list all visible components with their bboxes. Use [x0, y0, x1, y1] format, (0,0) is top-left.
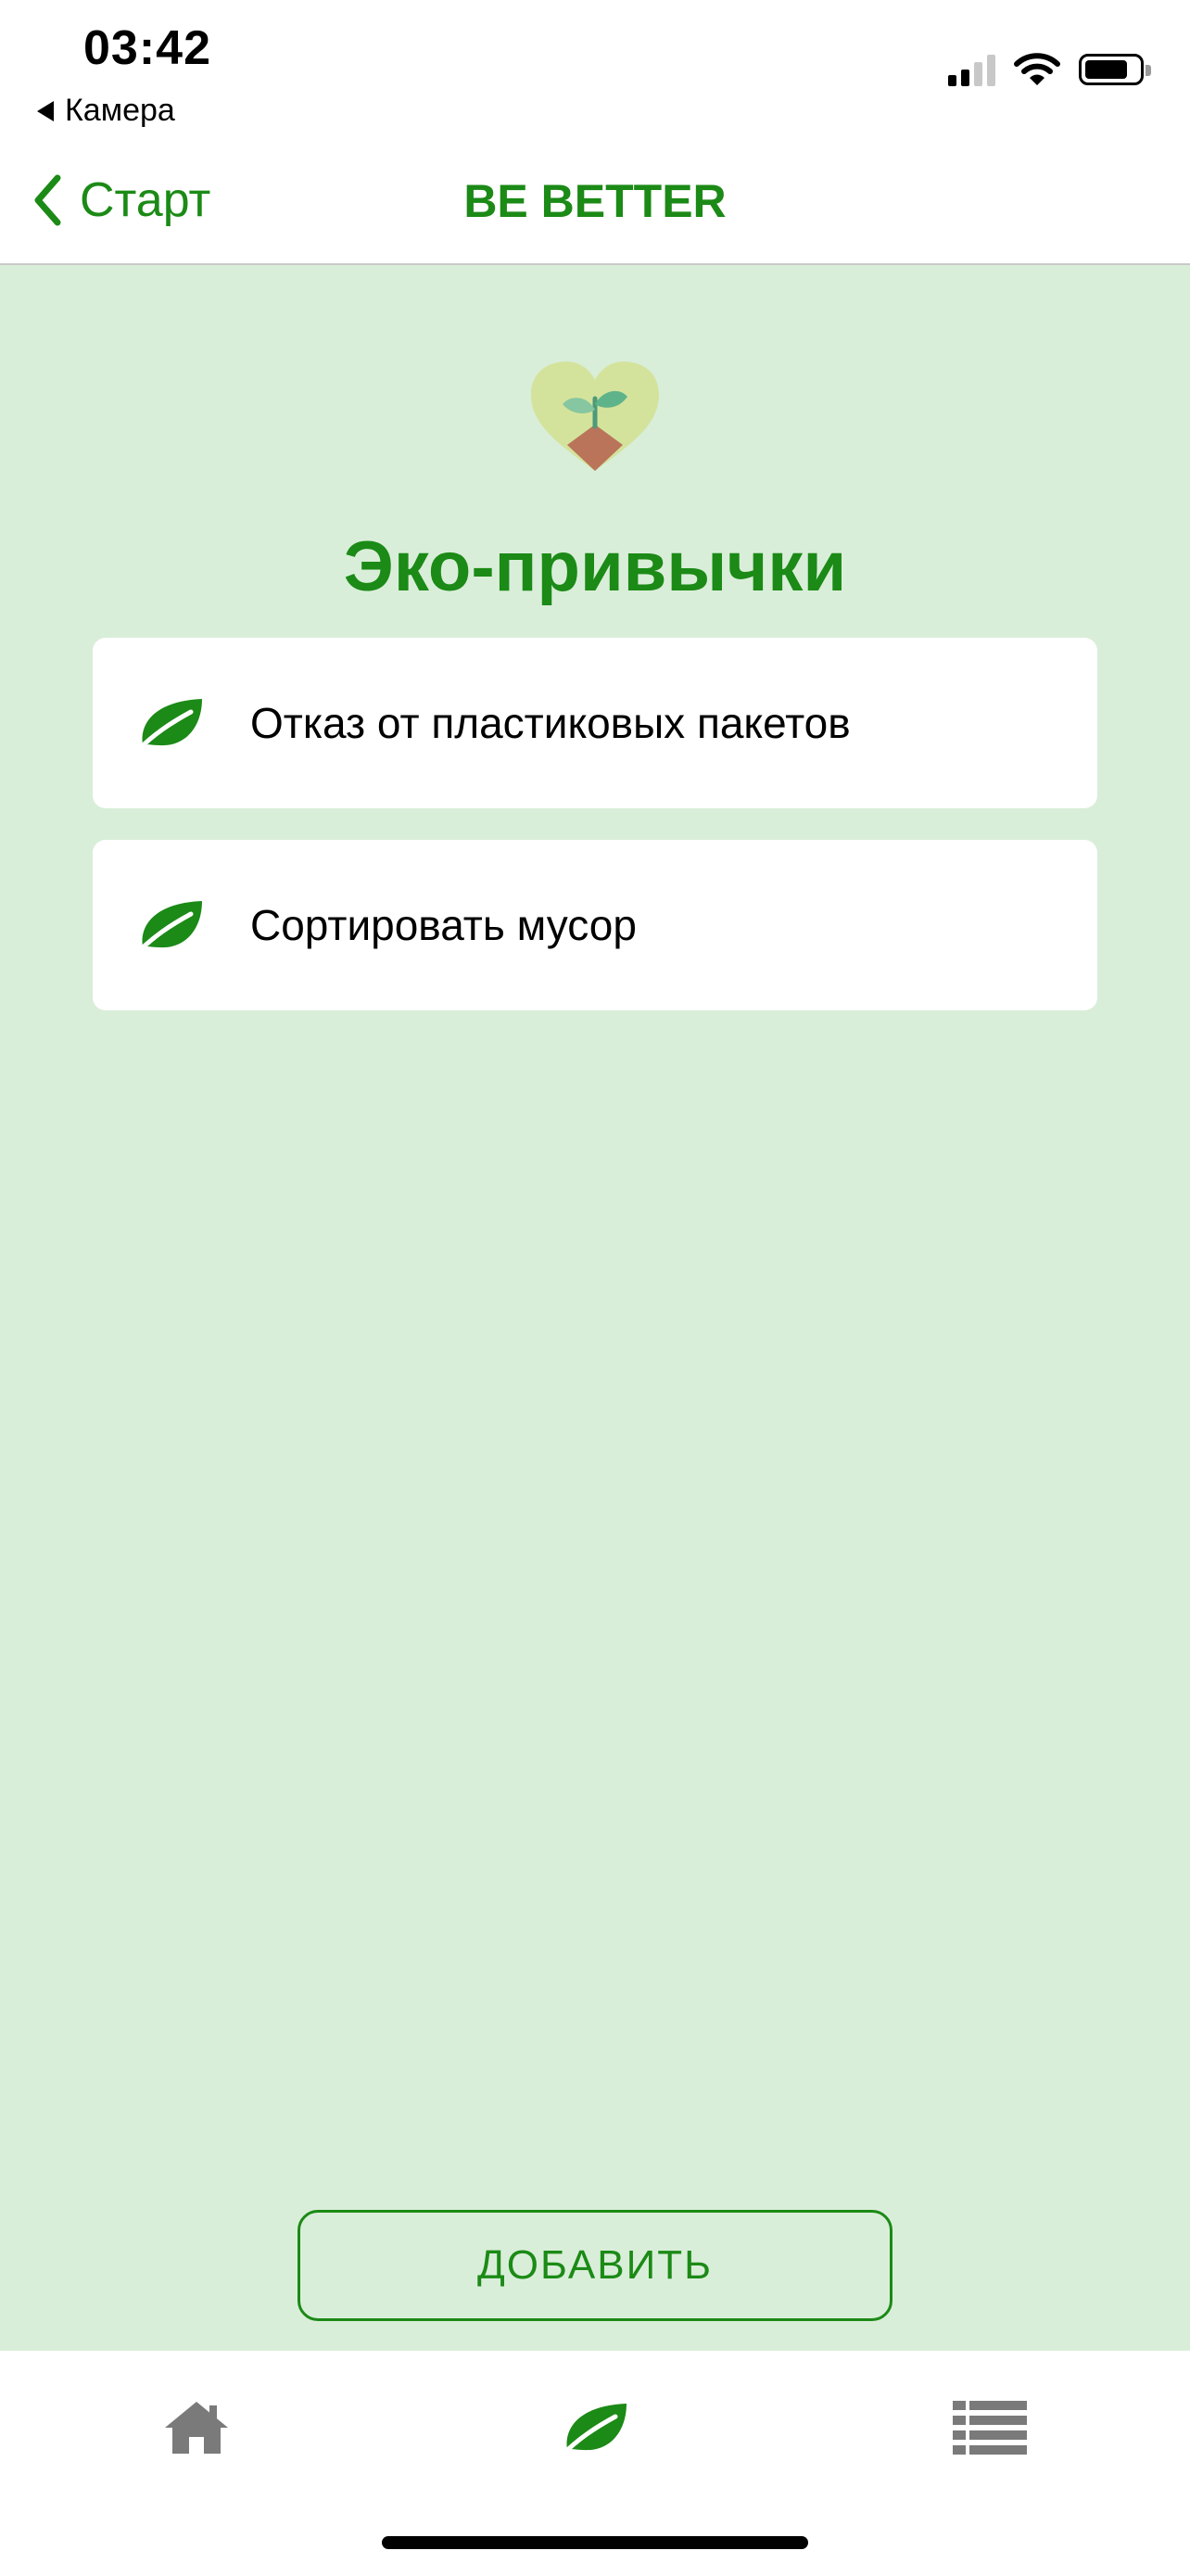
main-content: Эко-привычки Отказ от пластиковых пакето… — [0, 265, 1190, 2351]
app-title: BE BETTER — [463, 175, 727, 227]
habit-label: Сортировать мусор — [250, 901, 637, 949]
navigation-bar: Старт BE BETTER — [0, 139, 1190, 265]
back-app-label: Камера — [65, 93, 175, 128]
habit-label: Отказ от пластиковых пакетов — [250, 699, 851, 747]
back-to-app-link[interactable]: Камера — [37, 93, 175, 129]
tab-eco-habits[interactable] — [539, 2386, 651, 2469]
tab-home[interactable] — [141, 2386, 252, 2469]
leaf-icon — [134, 699, 202, 753]
habit-card[interactable]: Сортировать мусор — [93, 840, 1097, 1010]
leaf-icon — [559, 2404, 627, 2457]
tab-bar — [0, 2351, 1190, 2576]
sprout-heart-icon — [531, 362, 659, 471]
leaf-icon — [134, 901, 202, 955]
status-icons — [948, 52, 1151, 87]
habit-card[interactable]: Отказ от пластиковых пакетов — [93, 638, 1097, 808]
section-title: Эко-привычки — [343, 527, 847, 606]
list-icon — [953, 2401, 1027, 2455]
status-bar: 03:42 Камера — [0, 0, 1190, 139]
back-triangle-icon — [37, 100, 54, 121]
battery-icon — [1079, 54, 1151, 85]
status-time: 03:42 — [83, 21, 211, 75]
cellular-signal-icon — [948, 53, 995, 86]
home-indicator[interactable] — [382, 2536, 808, 2549]
home-icon — [165, 2402, 228, 2454]
tab-list[interactable] — [934, 2386, 1045, 2469]
wifi-icon — [1014, 53, 1060, 85]
add-habit-button[interactable]: ДОБАВИТЬ — [298, 2210, 892, 2321]
